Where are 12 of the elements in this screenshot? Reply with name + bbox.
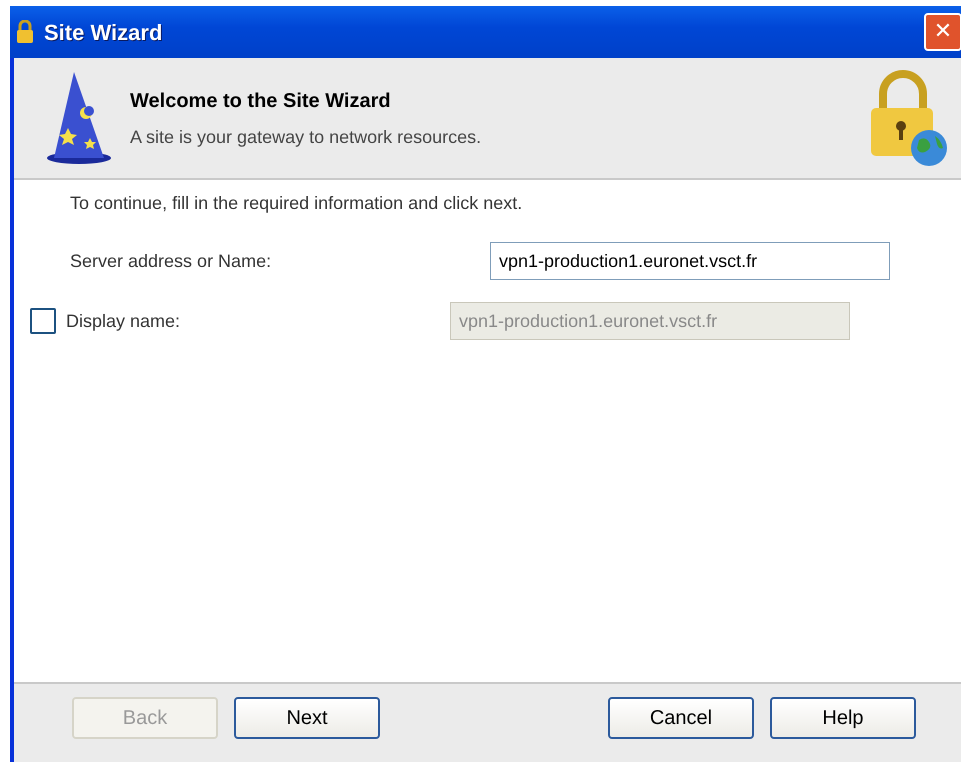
- instruction-text: To continue, fill in the required information and click next.: [70, 192, 524, 215]
- close-button[interactable]: ✕: [924, 13, 961, 51]
- header-subtitle: A site is your gateway to network resources.: [130, 126, 482, 149]
- header-title: Welcome to the Site Wizard: [130, 88, 392, 114]
- help-button[interactable]: Help: [770, 697, 916, 739]
- text-field[interactable]: vpn1-production1.euronet.vsct.fr: [490, 242, 890, 280]
- field-label: Server address or Name:: [70, 250, 272, 272]
- next-button[interactable]: Next: [234, 697, 380, 739]
- cancel-button[interactable]: Cancel: [608, 697, 754, 739]
- padlock-icon: [16, 20, 34, 44]
- window-title: Site Wizard: [44, 18, 162, 46]
- field-label: Display name:: [66, 310, 180, 333]
